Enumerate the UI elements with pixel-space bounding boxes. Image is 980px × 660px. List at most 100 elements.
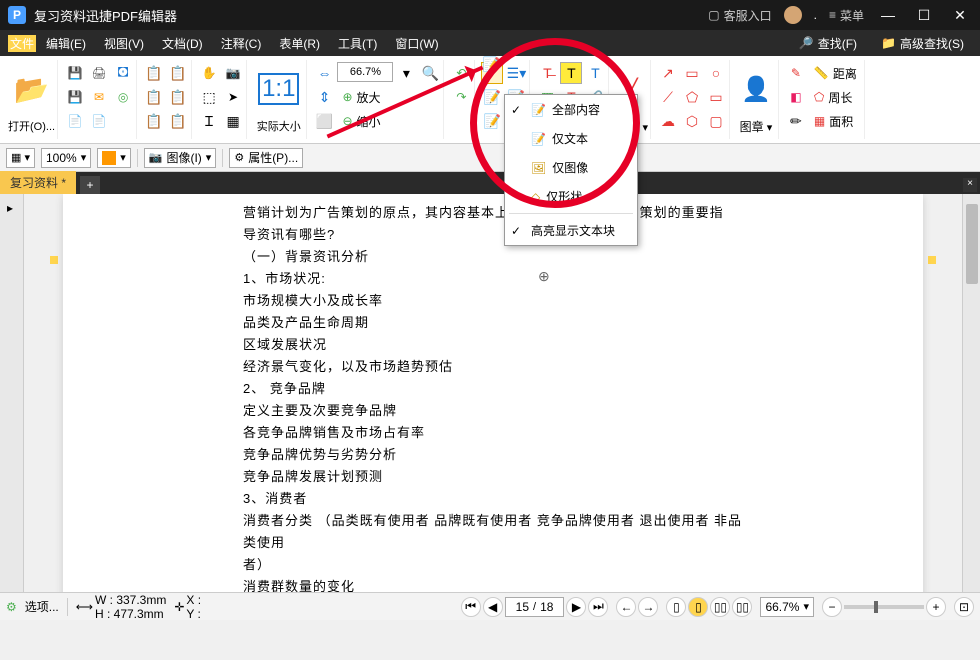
- dd-image-only[interactable]: 🖼仅图像: [505, 153, 637, 182]
- last-page-button[interactable]: ⏭: [588, 597, 608, 617]
- toolbar-btn-1[interactable]: 🖸: [112, 62, 134, 84]
- redo-button[interactable]: ↷: [450, 86, 472, 108]
- text-select-tool[interactable]: Ɪ: [198, 110, 220, 132]
- menu-file[interactable]: 文件: [8, 35, 36, 52]
- toolbar-btn-4[interactable]: 📄: [64, 110, 86, 132]
- stamp-dropdown[interactable]: 👤: [736, 62, 776, 116]
- clipboard-1[interactable]: 📋: [143, 62, 165, 84]
- area-tool[interactable]: ▦面积: [809, 110, 858, 132]
- text-tool[interactable]: T: [584, 62, 606, 84]
- dd-all-content[interactable]: ✓📝全部内容: [505, 95, 637, 124]
- tab-close-button[interactable]: ×: [963, 178, 977, 192]
- page-handle-left[interactable]: [50, 256, 58, 264]
- open-button[interactable]: 📂: [8, 62, 55, 116]
- zoom-out-status[interactable]: −: [822, 597, 842, 617]
- zoom-in-button[interactable]: ⊕放大: [337, 86, 385, 108]
- new-tab-button[interactable]: +: [80, 176, 100, 194]
- view-facing[interactable]: ▯▯: [710, 597, 730, 617]
- zoom-out-button[interactable]: ⊖缩小: [337, 110, 385, 132]
- document-viewport[interactable]: ⊕ 营销计划为广告策划的原点，其内容基本上应该包括 提供给广告策划的重要指导资讯…: [24, 194, 962, 592]
- tool-misc[interactable]: ▦: [222, 110, 244, 132]
- advanced-find-button[interactable]: 📁高级查找(S): [873, 33, 972, 54]
- menu-view[interactable]: 视图(V): [96, 33, 152, 54]
- undo-button[interactable]: ↶: [450, 62, 472, 84]
- fit-height[interactable]: ⇕: [313, 86, 335, 108]
- select-tool[interactable]: ⬚: [198, 86, 220, 108]
- view-single[interactable]: ▯: [666, 597, 686, 617]
- pencil-tool[interactable]: ✎: [785, 62, 807, 84]
- clipboard-4[interactable]: 📋: [167, 86, 189, 108]
- nav-back-button[interactable]: ←: [616, 597, 636, 617]
- zoom-tool[interactable]: 🔍: [419, 62, 441, 84]
- polygon-tool[interactable]: ⬠: [681, 86, 703, 108]
- view-facing-cont[interactable]: ▯▯: [732, 597, 752, 617]
- shape-tool-2[interactable]: ▢: [705, 110, 727, 132]
- hand-tool[interactable]: ✋: [198, 62, 220, 84]
- actual-size-button[interactable]: 1:1: [253, 62, 304, 116]
- edit-text-3[interactable]: 📝: [481, 110, 503, 132]
- polyline-tool[interactable]: ⟋: [657, 86, 679, 108]
- zoom-in-status[interactable]: +: [926, 597, 946, 617]
- menu-window[interactable]: 窗口(W): [387, 33, 446, 54]
- cloud-tool[interactable]: ☁: [657, 110, 679, 132]
- avatar[interactable]: [784, 6, 802, 24]
- arrow-tool[interactable]: ↗: [657, 62, 679, 84]
- menu-edit[interactable]: 编辑(E): [38, 33, 94, 54]
- strikethrough[interactable]: T̶: [536, 62, 558, 84]
- maximize-button[interactable]: ☐: [912, 7, 936, 24]
- email-button[interactable]: ✉: [88, 86, 110, 108]
- menu-document[interactable]: 文档(D): [154, 33, 211, 54]
- circle-tool[interactable]: ○: [705, 62, 727, 84]
- customer-service-button[interactable]: ▢客服入口: [708, 7, 771, 24]
- fit-width[interactable]: ⇔: [313, 62, 335, 84]
- side-collapse[interactable]: ▸: [0, 198, 20, 218]
- page-handle-right[interactable]: [928, 256, 936, 264]
- perimeter-tool[interactable]: ⬠周长: [809, 86, 857, 108]
- clipboard-3[interactable]: 📋: [143, 86, 165, 108]
- toolbar-btn-5[interactable]: 📄: [88, 110, 110, 132]
- opacity-combo[interactable]: 100% ▾: [41, 148, 91, 168]
- clipboard-5[interactable]: 📋: [143, 110, 165, 132]
- toolbar-btn-3[interactable]: ◎: [112, 86, 134, 108]
- menu-tool[interactable]: 工具(T): [330, 33, 385, 54]
- color-combo[interactable]: ▾: [97, 148, 131, 168]
- print-button[interactable]: 🖨: [88, 62, 110, 84]
- distance-tool[interactable]: 📏距离: [809, 62, 862, 84]
- close-button[interactable]: ✕: [948, 7, 972, 24]
- scroll-thumb[interactable]: [966, 204, 978, 284]
- zoom-combo-arrow[interactable]: ▾: [395, 62, 417, 84]
- nav-forward-button[interactable]: →: [638, 597, 658, 617]
- next-page-button[interactable]: ▶: [566, 597, 586, 617]
- vertical-scrollbar[interactable]: [962, 194, 980, 592]
- options-button[interactable]: 选项...: [25, 598, 59, 615]
- document-tab[interactable]: 复习资料 *: [0, 171, 76, 194]
- prev-page-button[interactable]: ◀: [483, 597, 503, 617]
- cloud-rect-tool[interactable]: ▭: [705, 86, 727, 108]
- shape-tool-1[interactable]: ⬡: [681, 110, 703, 132]
- grid-combo[interactable]: ▦ ▾: [6, 148, 35, 168]
- fit-page[interactable]: ⬜: [313, 110, 335, 132]
- view-continuous[interactable]: ▯: [688, 597, 708, 617]
- zoom-slider[interactable]: [844, 605, 924, 609]
- cursor-tool[interactable]: ➤: [222, 86, 244, 108]
- toolbar-btn-2[interactable]: 💾: [64, 86, 86, 108]
- save-button[interactable]: 💾: [64, 62, 86, 84]
- brush-tool[interactable]: ✏: [785, 110, 807, 132]
- rect-tool[interactable]: ▭: [681, 62, 703, 84]
- clipboard-2[interactable]: 📋: [167, 62, 189, 84]
- camera-tool[interactable]: 📷: [222, 62, 244, 84]
- form-button[interactable]: ☰▾: [505, 62, 527, 84]
- dd-shape-only[interactable]: ◇仅形状: [505, 182, 637, 211]
- dd-text-only[interactable]: 📝仅文本: [505, 124, 637, 153]
- eraser-tool[interactable]: ◧: [785, 86, 807, 108]
- minimize-button[interactable]: —: [876, 7, 900, 23]
- clipboard-6[interactable]: 📋: [167, 110, 189, 132]
- find-button[interactable]: 🔎查找(F): [791, 33, 865, 54]
- dd-highlight-text[interactable]: ✓高亮显示文本块: [505, 216, 637, 245]
- first-page-button[interactable]: ⏮: [461, 597, 481, 617]
- main-menu-button[interactable]: ≡菜单: [829, 7, 864, 24]
- menu-comment[interactable]: 注释(C): [213, 33, 270, 54]
- menu-form[interactable]: 表单(R): [271, 33, 328, 54]
- highlight-tool[interactable]: T: [560, 62, 582, 84]
- page-input[interactable]: 15 /18: [505, 597, 565, 617]
